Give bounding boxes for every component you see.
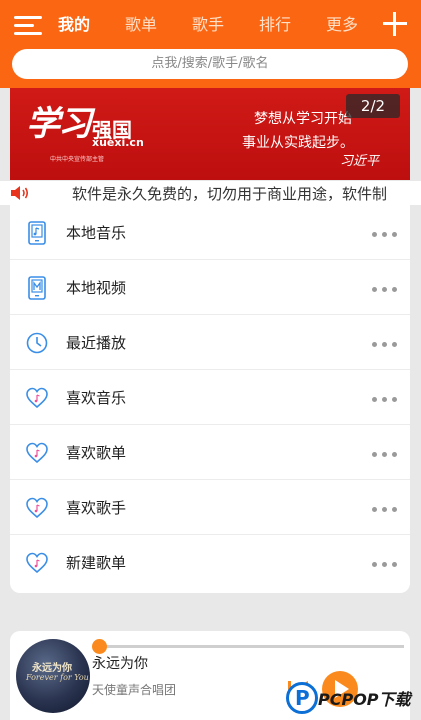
progress-knob[interactable] <box>92 639 107 654</box>
menu-icon[interactable] <box>14 14 42 38</box>
album-cover[interactable]: 永远为你 Forever for You <box>16 639 90 713</box>
add-icon[interactable] <box>383 12 407 36</box>
watermark: PCPOP下载 <box>284 680 421 720</box>
list-item-liked-music[interactable]: 喜欢音乐 <box>10 370 410 425</box>
video-file-icon <box>28 276 46 300</box>
tab-mine[interactable]: 我的 <box>58 12 125 38</box>
album-title: 永远为你 <box>32 663 72 674</box>
speaker-icon <box>11 186 29 200</box>
list-item-label: 喜欢歌手 <box>66 499 127 517</box>
list-item-label: 新建歌单 <box>66 554 127 572</box>
banner-slogan-1: 梦想从学习开始 <box>254 111 352 127</box>
song-title: 永远为你 <box>92 656 148 672</box>
heart-music-icon <box>26 497 48 519</box>
list-item-label: 最近播放 <box>66 334 127 352</box>
progress-track[interactable] <box>96 645 404 648</box>
more-icon[interactable] <box>372 507 398 513</box>
watermark-text: PCPOP下载 <box>318 690 411 709</box>
search-input[interactable]: 点我/搜索/歌手/歌名 <box>12 49 408 79</box>
list-item-label: 本地音乐 <box>66 224 127 242</box>
list-item-local-video[interactable]: 本地视频 <box>10 260 410 315</box>
banner-signature: 习近平 <box>340 154 380 169</box>
notice-marquee: 软件是永久免费的，切勿用于商业用途，软件制 <box>0 181 421 205</box>
tab-bar: 我的 歌单 歌手 排行 更多 <box>58 12 393 38</box>
tab-playlists[interactable]: 歌单 <box>125 12 192 38</box>
more-icon[interactable] <box>372 342 398 348</box>
banner-carousel[interactable]: 学习 强国 xuexi.cn 中共中央宣传部主管 梦想从学习开始 事业从实践起步… <box>10 88 410 180</box>
heart-music-icon <box>26 387 48 409</box>
list-item-new-playlist[interactable]: 新建歌单 <box>10 535 410 590</box>
banner-logo-url: xuexi.cn <box>92 136 144 149</box>
album-subtitle: Forever for You <box>26 673 89 682</box>
more-icon[interactable] <box>372 452 398 458</box>
menu-list: 本地音乐 本地视频 最近播放 喜欢音乐 喜欢歌单 喜欢歌手 新建歌单 <box>10 205 410 593</box>
banner-logo-script: 学习 <box>26 104 92 144</box>
heart-music-icon <box>26 442 48 464</box>
tab-singers[interactable]: 歌手 <box>192 12 259 38</box>
song-artist: 天使童声合唱团 <box>92 683 177 697</box>
watermark-logo-icon <box>286 682 318 714</box>
list-item-liked-playlists[interactable]: 喜欢歌单 <box>10 425 410 480</box>
list-item-label: 本地视频 <box>66 279 127 297</box>
banner-page-indicator: 2/2 <box>346 94 400 118</box>
clock-icon <box>26 332 48 354</box>
banner-slogan-2: 事业从实践起步。 <box>242 135 354 151</box>
notice-text: 软件是永久免费的，切勿用于商业用途，软件制 <box>72 185 388 203</box>
more-icon[interactable] <box>372 562 398 568</box>
more-icon[interactable] <box>372 397 398 403</box>
top-bar: 我的 歌单 歌手 排行 更多 点我/搜索/歌手/歌名 <box>0 0 421 88</box>
music-file-icon <box>28 221 46 245</box>
list-item-label: 喜欢歌单 <box>66 444 127 462</box>
list-item-liked-singers[interactable]: 喜欢歌手 <box>10 480 410 535</box>
list-item-local-music[interactable]: 本地音乐 <box>10 205 410 260</box>
more-icon[interactable] <box>372 232 398 238</box>
more-icon[interactable] <box>372 287 398 293</box>
banner-logo-sub: 中共中央宣传部主管 <box>50 156 105 163</box>
list-item-label: 喜欢音乐 <box>66 389 127 407</box>
tab-charts[interactable]: 排行 <box>259 12 326 38</box>
heart-music-icon <box>26 552 48 574</box>
list-item-recent[interactable]: 最近播放 <box>10 315 410 370</box>
